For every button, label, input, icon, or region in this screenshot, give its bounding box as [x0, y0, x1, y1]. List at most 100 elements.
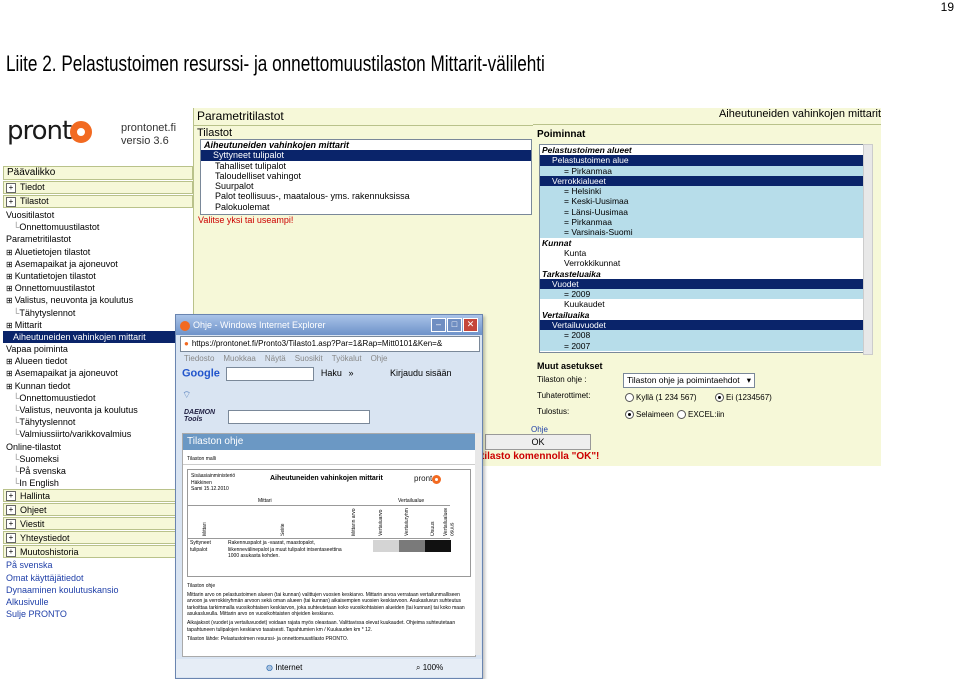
ohje-link[interactable]: Ohje: [531, 425, 548, 434]
output-browser[interactable]: Selaimeen: [625, 410, 674, 420]
filter-option[interactable]: Kunnat: [540, 238, 864, 248]
expand-icon[interactable]: +: [6, 532, 16, 543]
tree-expand-icon[interactable]: ⊞: [6, 272, 13, 281]
filter-option[interactable]: = 2008: [540, 330, 864, 341]
filter-option[interactable]: Verrokkikunnat: [540, 258, 864, 268]
tree-expand-icon[interactable]: ⊞: [6, 260, 13, 269]
filter-option[interactable]: Pelastustoimen alueet: [540, 145, 864, 155]
filter-option[interactable]: = Pirkanmaa: [540, 165, 864, 176]
ie-menu-item[interactable]: Tiedosto: [184, 354, 214, 363]
statistics-option[interactable]: Aiheutuneiden vahinkojen mittarit: [201, 140, 531, 150]
filters-listbox[interactable]: Pelastustoimen alueet Pelastustoimen alue…: [539, 144, 865, 353]
ie-menu-item[interactable]: Ohje: [371, 354, 388, 363]
menu-item[interactable]: ⊞ Asemapaikat ja ajoneuvot: [3, 367, 193, 379]
expand-icon[interactable]: +: [6, 196, 16, 207]
menu-item[interactable]: Dynaaminen koulutuskansio: [3, 584, 193, 596]
expand-icon[interactable]: +: [6, 518, 16, 529]
filter-option[interactable]: Tarkasteluaika: [540, 269, 864, 279]
expand-icon[interactable]: +: [6, 504, 16, 515]
tree-expand-icon[interactable]: ⊞: [6, 369, 13, 378]
filter-option[interactable]: = Keski-Uusimaa: [540, 196, 864, 207]
tree-expand-icon[interactable]: ⊞: [6, 296, 13, 305]
filter-option[interactable]: = Varsinais-Suomi: [540, 227, 864, 238]
tree-expand-icon[interactable]: ⊞: [6, 357, 13, 366]
ok-button[interactable]: OK: [485, 434, 591, 450]
menu-item[interactable]: På svenska: [3, 559, 193, 571]
menu-item[interactable]: ⊞ Onnettomuustilastot: [3, 282, 193, 294]
maximize-button[interactable]: □: [447, 318, 462, 332]
ie-menu-item[interactable]: Näytä: [265, 354, 286, 363]
menu-item[interactable]: + Viestit: [3, 517, 193, 531]
menu-item[interactable]: + Hallinta: [3, 489, 193, 503]
menu-item[interactable]: └Onnettomuustilastot: [3, 221, 193, 233]
kirjaudu-button[interactable]: Kirjaudu sisään: [390, 368, 452, 378]
menu-item[interactable]: └På svenska: [3, 465, 193, 477]
menu-item[interactable]: ⊞ Valistus, neuvonta ja koulutus: [3, 294, 193, 306]
menu-item[interactable]: + Tilastot: [3, 195, 193, 208]
menu-item[interactable]: └Onnettomuustiedot: [3, 392, 193, 404]
tree-expand-icon[interactable]: ⊞: [6, 248, 13, 257]
menu-item[interactable]: ⊞ Aluetietojen tilastot: [3, 246, 193, 258]
ie-menu-item[interactable]: Työkalut: [332, 354, 362, 363]
menu-item[interactable]: └Tähytyslennot: [3, 416, 193, 428]
statistics-option[interactable]: Syttyneet tulipalot: [201, 150, 531, 161]
menu-item[interactable]: + Muutoshistoria: [3, 545, 193, 559]
minimize-button[interactable]: –: [431, 318, 446, 332]
menu-item[interactable]: ⊞ Kunnan tiedot: [3, 380, 193, 392]
statistics-option[interactable]: Palot teollisuus-, maatalous- yms. raken…: [201, 191, 531, 201]
menu-item[interactable]: └Valistus, neuvonta ja koulutus: [3, 404, 193, 416]
statistics-option[interactable]: Suurpalot: [201, 181, 531, 191]
ohje-select[interactable]: Tilaston ohje ja poimintaehdot ▾: [623, 373, 755, 388]
filter-option[interactable]: Vertailuvuodet: [540, 320, 864, 331]
google-search-input[interactable]: [226, 367, 315, 381]
ie-menu-item[interactable]: Muokkaa: [223, 354, 255, 363]
tree-expand-icon[interactable]: ⊞: [6, 284, 13, 293]
expand-icon[interactable]: +: [6, 182, 16, 193]
filter-option[interactable]: Vertailuaika: [540, 310, 864, 320]
ie-scrollbar[interactable]: [475, 433, 481, 655]
haku-button[interactable]: Haku: [321, 368, 342, 378]
zoom-control[interactable]: ⌕ 100%: [416, 659, 443, 677]
filter-option[interactable]: = Pirkanmaa: [540, 217, 864, 228]
filter-option[interactable]: = Helsinki: [540, 186, 864, 197]
tree-expand-icon[interactable]: ⊞: [6, 382, 13, 391]
thousands-yes[interactable]: Kyllä (1 234 567): [625, 393, 696, 403]
menu-item[interactable]: ⊞ Asemapaikat ja ajoneuvot: [3, 258, 193, 270]
statistics-option[interactable]: Tahalliset tulipalot: [201, 161, 531, 171]
expand-icon[interactable]: +: [6, 546, 16, 557]
filter-option[interactable]: Verrokkialueet: [540, 175, 864, 187]
filter-option[interactable]: = 2007: [540, 340, 864, 351]
address-bar[interactable]: ● https://prontonet.fi/Pronto3/Tilasto1.a…: [180, 336, 480, 352]
filters-scrollbar[interactable]: [863, 144, 873, 355]
filter-option[interactable]: Kuukaudet: [540, 299, 864, 309]
statistics-listbox[interactable]: Aiheutuneiden vahinkojen mittarit Syttyne…: [200, 139, 532, 215]
menu-item[interactable]: ⊞ Mittarit: [3, 319, 193, 331]
ie-menu-item[interactable]: Suosikit: [295, 354, 323, 363]
filter-option[interactable]: = Länsi-Uusimaa: [540, 206, 864, 218]
expand-icon[interactable]: +: [6, 490, 16, 501]
menu-item[interactable]: └Valmiussiirto/varikkovalmius: [3, 428, 193, 440]
menu-item[interactable]: └Suomeksi: [3, 453, 193, 465]
filter-option[interactable]: Pelastustoimen alue: [540, 155, 864, 166]
menu-item[interactable]: Omat käyttäjätiedot: [3, 572, 193, 584]
menu-item[interactable]: ⊞ Kuntatietojen tilastot: [3, 270, 193, 282]
output-excel[interactable]: EXCEL:iin: [677, 410, 724, 420]
filter-option[interactable]: Vuodet: [540, 278, 864, 290]
filter-option[interactable]: Kunta: [540, 248, 864, 258]
statistics-option[interactable]: Taloudelliset vahingot: [201, 171, 531, 181]
menu-item[interactable]: └Tähytyslennot: [3, 307, 193, 319]
menu-item[interactable]: Aiheutuneiden vahinkojen mittarit: [3, 330, 193, 344]
menu-item[interactable]: + Yhteystiedot: [3, 531, 193, 545]
more-icon[interactable]: »: [348, 368, 353, 378]
daemon-search-input[interactable]: [228, 410, 370, 424]
menu-item[interactable]: + Ohjeet: [3, 503, 193, 517]
tree-expand-icon[interactable]: ⊞: [6, 321, 13, 330]
close-button[interactable]: ✕: [463, 318, 478, 332]
menu-item[interactable]: └In English: [3, 477, 193, 489]
menu-item[interactable]: + Tiedot: [3, 181, 193, 194]
menu-item[interactable]: Sulje PRONTO: [3, 608, 193, 620]
thousands-no[interactable]: Ei (1234567): [715, 393, 772, 403]
menu-item[interactable]: ⊞ Alueen tiedot: [3, 355, 193, 367]
statistics-option[interactable]: Palokuolemat: [201, 202, 531, 212]
menu-item[interactable]: Alkusivulle: [3, 596, 193, 608]
